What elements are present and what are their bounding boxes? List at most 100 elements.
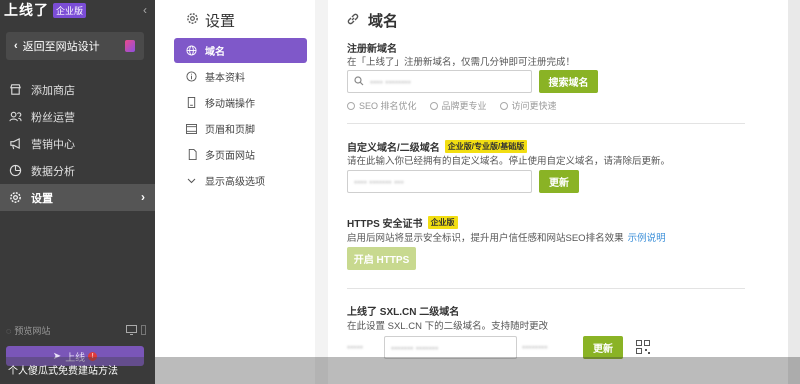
register-desc: 在「上线了」注册新域名，仅需几分钟即可注册完成！ (347, 57, 576, 68)
info-icon (185, 71, 198, 82)
sidebar-nav: 添加商店 粉丝运营 营销中心 数据分析 设置 › (0, 76, 155, 211)
feature-label: SEO 排名优化 (359, 101, 417, 111)
feature-label: 品牌更专业 (441, 101, 487, 111)
register-heading: 注册新域名 (347, 40, 397, 55)
feature-item: 访问更快速 (499, 99, 557, 112)
left-sidebar: 上线了 企业版 ‹ ‹ 返回至网站设计 添加商店 粉丝运营 营销中心 数据分析 … (0, 0, 155, 384)
update-sxl-button[interactable]: 更新 (583, 336, 623, 359)
menu-item-domain[interactable]: 域名 (174, 38, 307, 63)
enterprise-badge: 企业版 (53, 2, 87, 18)
blurred-text: ▪▪▪▪▪▪▪ ▪▪▪▪▪▪▪ (391, 342, 439, 353)
example-link[interactable]: 示例说明 (628, 233, 666, 244)
sidebar-item-fans[interactable]: 粉丝运营 (0, 103, 155, 130)
megaphone-icon (8, 137, 22, 151)
domain-settings-panel: 域名 注册新域名 在「上线了」注册新域名，仅需几分钟即可注册完成！ ▪▪▪▪ ▪… (328, 0, 788, 384)
plan-badge: 企业版 (427, 216, 458, 229)
custom-domain-heading: 自定义域名/二级域名 企业版/专业版/基础版 (347, 139, 528, 154)
sidebar-item-analytics[interactable]: 数据分析 (0, 157, 155, 184)
collapse-sidebar-icon[interactable]: ‹ (143, 3, 147, 17)
header-footer-icon (185, 123, 198, 134)
back-button-label: 返回至网站设计 (22, 41, 100, 53)
gear-icon (186, 12, 199, 29)
menu-item-label: 域名 (205, 47, 225, 58)
check-circle-icon (429, 102, 438, 110)
chart-icon (8, 164, 22, 178)
menu-item-advanced[interactable]: 显示高级选项 (174, 168, 307, 193)
custom-domain-input[interactable]: ▪▪▪▪ ▪▪▪▪▪▪▪ ▪▪▪ (347, 170, 532, 193)
feature-item: 品牌更专业 (429, 99, 487, 112)
preview-label: 预览网站 (14, 326, 51, 336)
chevron-left-icon: ‹ (14, 40, 18, 52)
menu-item-basic-info[interactable]: 基本资料 (174, 64, 307, 89)
brand[interactable]: 上线了 企业版 (0, 0, 155, 20)
brand-name: 上线了 (4, 2, 49, 18)
sxl-heading: 上线了 SXL.CN 二级域名 (347, 303, 459, 318)
menu-item-label: 基本资料 (205, 73, 245, 84)
sidebar-item-settings[interactable]: 设置 › (0, 184, 155, 211)
sidebar-item-label: 设置 (31, 192, 53, 205)
back-to-design-button[interactable]: ‹ 返回至网站设计 (6, 32, 144, 60)
blurred-text: ▪▪▪▪ ▪▪▪▪▪▪▪▪ (370, 76, 411, 87)
mobile-icon[interactable] (141, 324, 146, 337)
domain-search-input[interactable]: ▪▪▪▪ ▪▪▪▪▪▪▪▪ (347, 70, 532, 93)
settings-title: 设置 (186, 10, 235, 31)
menu-item-mobile[interactable]: 移动端操作 (174, 90, 307, 115)
globe-icon (185, 45, 198, 56)
custom-domain-desc: 请在此输入你已经拥有的自定义域名。停止使用自定义域名，请清除后更新。 (347, 156, 671, 167)
sidebar-item-label: 营销中心 (31, 138, 75, 151)
menu-item-header-footer[interactable]: 页眉和页脚 (174, 116, 307, 141)
fans-icon (8, 110, 22, 124)
custom-heading-label: 自定义域名/二级域名 (347, 143, 440, 154)
page-title-label: 域名 (368, 13, 399, 30)
menu-item-label: 显示高级选项 (205, 177, 265, 188)
divider (347, 288, 745, 289)
divider (347, 123, 745, 124)
sidebar-item-label: 数据分析 (31, 165, 75, 178)
settings-title-label: 设置 (205, 13, 236, 30)
sidebar-item-add-store[interactable]: 添加商店 (0, 76, 155, 103)
sidebar-item-marketing[interactable]: 营销中心 (0, 130, 155, 157)
menu-item-label: 移动端操作 (205, 99, 255, 110)
plan-badge: 企业版/专业版/基础版 (444, 140, 528, 153)
sxl-heading-label: 上线了 SXL.CN 二级域名 (347, 307, 460, 318)
https-heading: HTTPS 安全证书 企业版 (347, 215, 458, 230)
scrollbar[interactable] (788, 0, 800, 384)
eye-icon: ◌ (6, 325, 12, 336)
domain-features: SEO 排名优化 品牌更专业 访问更快速 (347, 99, 557, 112)
register-heading-label: 注册新域名 (347, 44, 397, 55)
settings-menu: 设置 域名 基本资料 移动端操作 页眉和页脚 多页面网站 显示高级选项 (155, 0, 315, 384)
settings-menu-list: 域名 基本资料 移动端操作 页眉和页脚 多页面网站 显示高级选项 (174, 38, 307, 194)
design-app-icon (125, 40, 135, 52)
feature-item: SEO 排名优化 (347, 99, 417, 112)
link-icon (346, 12, 360, 30)
chevron-down-icon (185, 178, 198, 184)
qr-code-icon[interactable] (636, 340, 650, 354)
https-desc: 启用后网站将显示安全标识，提升用户信任感和网站SEO排名效果 示例说明 (347, 230, 666, 244)
menu-item-label: 页眉和页脚 (205, 125, 255, 136)
https-desc-text: 启用后网站将显示安全标识，提升用户信任感和网站SEO排名效果 (347, 233, 624, 244)
store-icon (8, 83, 22, 97)
gear-icon (8, 191, 22, 205)
feature-label: 访问更快速 (511, 101, 557, 111)
check-circle-icon (347, 102, 355, 110)
preview-site[interactable]: ◌ 预览网站 (6, 324, 146, 337)
sxl-subdomain-input[interactable]: ▪▪▪▪▪▪▪ ▪▪▪▪▪▪▪ (384, 336, 517, 359)
menu-item-label: 多页面网站 (205, 151, 255, 162)
sidebar-item-label: 粉丝运营 (31, 111, 75, 124)
search-domain-button[interactable]: 搜索域名 (539, 70, 598, 93)
search-icon (354, 75, 364, 88)
menu-item-multipage[interactable]: 多页面网站 (174, 142, 307, 167)
blurred-text: ▪▪▪▪▪ (347, 342, 363, 352)
blurred-text: ▪▪▪▪▪▪▪▪ (522, 342, 548, 352)
sidebar-item-label: 添加商店 (31, 84, 75, 97)
update-custom-domain-button[interactable]: 更新 (539, 170, 579, 193)
page-title: 域名 (346, 10, 398, 31)
enable-https-button[interactable]: 开启 HTTPS (347, 247, 416, 270)
desktop-icon[interactable] (126, 324, 137, 337)
pages-icon (185, 149, 198, 160)
check-circle-icon (499, 102, 508, 110)
chevron-right-icon: › (141, 190, 145, 204)
mobile-icon (185, 97, 198, 108)
blurred-text: ▪▪▪▪ ▪▪▪▪▪▪▪ ▪▪▪ (354, 176, 404, 187)
caption-text: 个人傻瓜式免费建站方法 (8, 366, 118, 377)
